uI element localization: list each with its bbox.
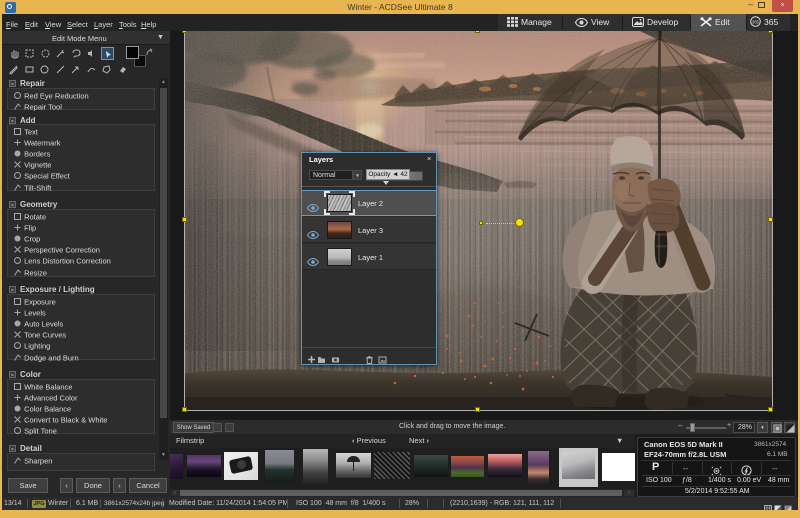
svg-text:365: 365: [752, 19, 760, 24]
